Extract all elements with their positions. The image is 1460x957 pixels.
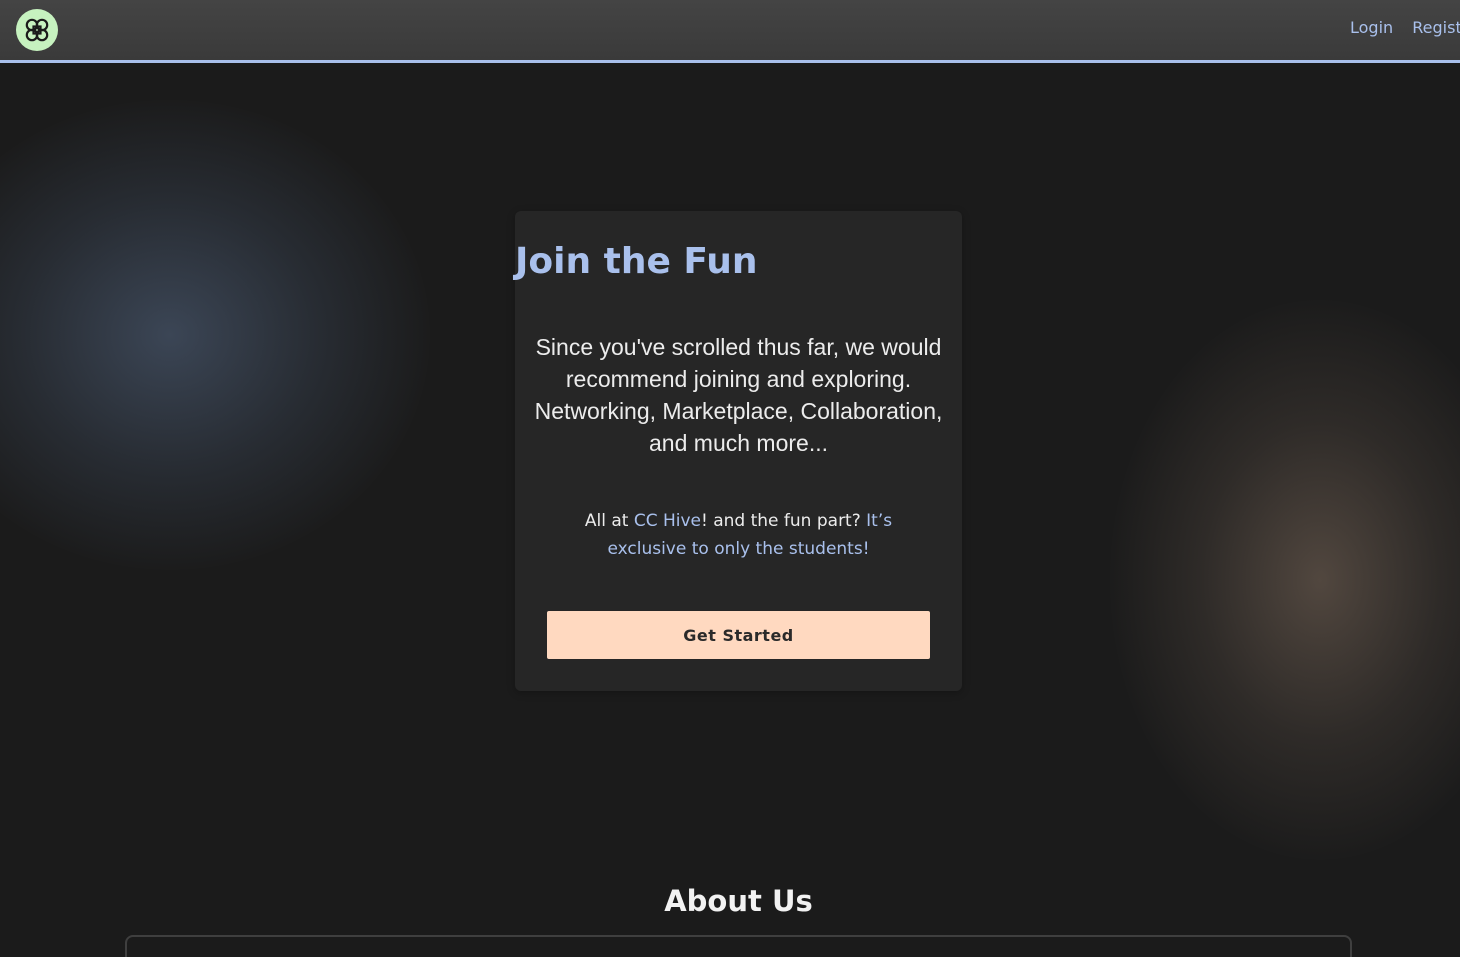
get-started-button[interactable]: Get Started: [547, 611, 930, 659]
nav-links: Login Register: [1350, 18, 1460, 37]
note-prefix: All at: [584, 511, 634, 531]
note-middle: ! and the fun part?: [701, 511, 867, 531]
logo-glyph-icon: [25, 18, 49, 42]
brand-name: CC Hive: [633, 511, 702, 531]
register-link[interactable]: Register: [1412, 18, 1460, 37]
about-us-panel: [125, 935, 1352, 957]
hive-logo-icon[interactable]: [16, 9, 58, 51]
card-title: Join the Fun: [515, 241, 758, 282]
card-body-text: Since you've scrolled thus far, we would…: [534, 334, 943, 456]
background-glow-right: [1110, 300, 1460, 860]
card-note: All at CC Hive! and the fun part? It’s e…: [560, 507, 917, 563]
top-navbar: Login Register: [0, 0, 1460, 63]
page: Login Register Join the Fun Since you've…: [0, 0, 1460, 957]
about-us-heading: About Us: [664, 884, 813, 918]
login-link[interactable]: Login: [1350, 18, 1393, 37]
background-glow-left: [0, 100, 430, 570]
